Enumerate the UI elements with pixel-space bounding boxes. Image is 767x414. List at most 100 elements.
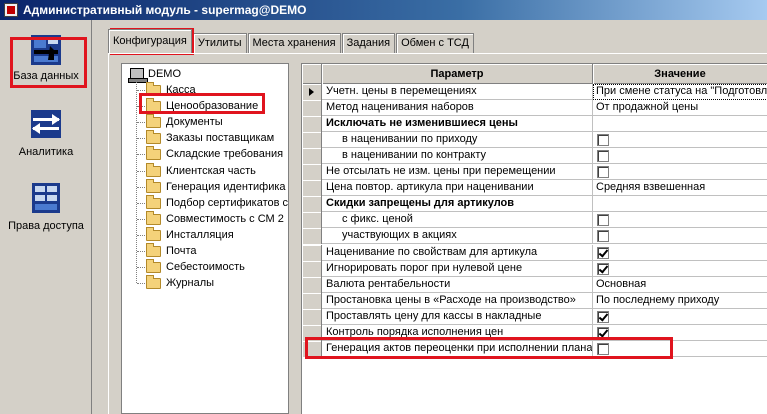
grid-row[interactable]: с фикс. ценой — [302, 212, 767, 229]
checkbox-checked[interactable] — [597, 246, 609, 259]
grid-value-cell[interactable] — [593, 132, 767, 148]
grid-value-cell[interactable] — [593, 325, 767, 341]
grid-row[interactable]: Учетн. цены в перемещениях При смене стат… — [302, 84, 767, 100]
row-indicator[interactable] — [302, 132, 322, 149]
tree-item[interactable]: Себестоимость — [146, 259, 245, 275]
checkbox-unchecked[interactable] — [597, 230, 609, 243]
row-indicator[interactable] — [302, 196, 322, 213]
grid-row[interactable]: Контроль порядка исполнения цен — [302, 324, 767, 341]
tree-item[interactable]: Совместимость с СМ 2 — [146, 210, 284, 227]
grid-row[interactable]: Простановка цены в «Расходе на производс… — [302, 292, 767, 309]
tree-item[interactable]: Генерация идентифика — [146, 178, 286, 195]
grid-header-parameter[interactable]: Параметр — [322, 64, 593, 84]
checkbox-unchecked[interactable] — [597, 214, 609, 227]
tab-storage-places[interactable]: Места хранения — [247, 33, 341, 53]
tab-utilities[interactable]: Утилиты — [192, 33, 247, 53]
grid-param-cell[interactable]: Цена повтор. артикула при наценивании — [322, 180, 593, 197]
grid-param-cell[interactable]: Метод наценивания наборов — [322, 100, 593, 117]
row-indicator[interactable] — [302, 276, 322, 293]
row-indicator[interactable] — [302, 116, 322, 133]
grid-row[interactable]: Метод наценивания наборов От продажной це… — [302, 100, 767, 117]
tab-tasks[interactable]: Задания — [341, 33, 396, 53]
grid-value-cell[interactable] — [593, 164, 767, 180]
row-indicator[interactable] — [302, 212, 322, 229]
grid-param-cell[interactable]: участвующих в акциях — [322, 228, 593, 245]
row-indicator[interactable] — [302, 292, 322, 309]
grid-row[interactable]: Валюта рентабельности Основная — [302, 276, 767, 293]
grid-value-cell[interactable] — [593, 245, 767, 261]
grid-row[interactable]: Генерация актов переоценки при исполнени… — [302, 340, 767, 357]
grid-row[interactable]: Цена повтор. артикула при наценивании Сре… — [302, 180, 767, 197]
row-indicator[interactable] — [302, 244, 322, 261]
grid-param-cell[interactable]: Простановка цены в «Расходе на производс… — [322, 292, 593, 309]
grid-param-cell[interactable]: Контроль порядка исполнения цен — [322, 324, 593, 341]
tab-configuration[interactable]: Конфигурация — [108, 29, 192, 53]
grid-value-cell[interactable]: От продажной цены — [593, 100, 767, 116]
checkbox-unchecked[interactable] — [597, 342, 609, 355]
grid-value-cell[interactable]: Основная — [593, 277, 767, 293]
checkbox-unchecked[interactable] — [597, 166, 609, 179]
grid-param-cell[interactable]: Генерация актов переоценки при исполнени… — [322, 340, 593, 357]
grid-param-cell[interactable]: в наценивании по приходу — [322, 132, 593, 149]
grid-param-cell[interactable]: Игнорировать порог при нулевой цене — [322, 260, 593, 277]
grid-value-cell[interactable] — [593, 341, 767, 357]
row-indicator[interactable] — [302, 324, 322, 341]
grid-value-cell[interactable] — [593, 148, 767, 164]
tree-item[interactable]: Складские требования — [146, 146, 283, 162]
grid-param-cell[interactable]: с фикс. ценой — [322, 212, 593, 229]
grid-param-cell[interactable]: Наценивание по свойствам для артикула — [322, 244, 593, 261]
grid-row[interactable]: Не отсылать не изм. цены при перемещении — [302, 164, 767, 181]
grid-row[interactable]: Игнорировать порог при нулевой цене — [302, 260, 767, 277]
row-indicator[interactable] — [302, 260, 322, 277]
checkbox-unchecked[interactable] — [597, 150, 609, 163]
window-title-bar[interactable]: Административный модуль - supermag@DEMO — [0, 0, 767, 20]
row-indicator[interactable] — [302, 164, 322, 181]
tree-item[interactable]: Почта — [146, 243, 197, 259]
grid-row[interactable]: Исключать не изменившиеся цены — [302, 116, 767, 133]
nav-item-database[interactable]: База данных — [0, 34, 92, 94]
grid-row[interactable]: Наценивание по свойствам для артикула — [302, 244, 767, 261]
grid-value-cell[interactable]: При смене статуса на "Подготовле — [593, 84, 767, 100]
tree-item[interactable]: Заказы поставщикам — [146, 130, 274, 146]
grid-value-cell[interactable] — [593, 212, 767, 228]
row-indicator[interactable] — [302, 180, 322, 197]
nav-item-analytics[interactable]: Аналитика — [0, 108, 92, 164]
grid-header-value[interactable]: Значение — [593, 64, 767, 84]
nav-item-access-rights[interactable]: Права доступа — [0, 182, 92, 252]
checkbox-checked[interactable] — [597, 310, 609, 323]
grid-param-cell[interactable]: Проставлять цену для кассы в накладные — [322, 308, 593, 325]
tree-item[interactable]: Документы — [146, 114, 223, 130]
grid-param-cell[interactable]: Не отсылать не изм. цены при перемещении — [322, 164, 593, 181]
grid-value-cell[interactable] — [593, 261, 767, 277]
tree-item[interactable]: Подбор сертификатов с — [146, 194, 288, 211]
row-indicator[interactable] — [302, 148, 322, 165]
grid-value-cell[interactable]: Средняя взвешенная — [593, 180, 767, 196]
grid-value-cell[interactable] — [593, 228, 767, 244]
row-indicator[interactable] — [302, 308, 322, 325]
tree-item[interactable]: Инсталляция — [146, 226, 234, 243]
checkbox-checked[interactable] — [597, 326, 609, 339]
checkbox-unchecked[interactable] — [597, 134, 609, 147]
settings-tree[interactable]: DEMO Касса Ценообразование Документы Заказы … — [121, 63, 289, 414]
grid-value-cell[interactable]: По последнему приходу — [593, 293, 767, 309]
grid-row[interactable]: Проставлять цену для кассы в накладные — [302, 308, 767, 325]
grid-value-cell[interactable] — [593, 309, 767, 325]
tree-item[interactable]: Журналы — [146, 275, 214, 291]
grid-row[interactable]: участвующих в акциях — [302, 228, 767, 245]
row-indicator[interactable] — [302, 84, 322, 100]
grid-row[interactable]: в наценивании по контракту — [302, 148, 767, 165]
tree-item[interactable]: Касса — [146, 82, 196, 98]
grid-row[interactable]: Скидки запрещены для артикулов — [302, 196, 767, 213]
grid-row[interactable]: в наценивании по приходу — [302, 132, 767, 149]
row-indicator[interactable] — [302, 100, 322, 117]
tree-item[interactable]: Клиентская часть — [146, 162, 256, 179]
grid-param-cell[interactable]: Учетн. цены в перемещениях — [322, 84, 593, 100]
tree-item[interactable]: Ценообразование — [146, 98, 258, 114]
grid-param-cell[interactable]: в наценивании по контракту — [322, 148, 593, 165]
row-indicator[interactable] — [302, 340, 322, 357]
checkbox-checked[interactable] — [597, 262, 609, 275]
row-indicator[interactable] — [302, 228, 322, 245]
grid-param-cell[interactable]: Валюта рентабельности — [322, 276, 593, 293]
tab-tsd-exchange[interactable]: Обмен с ТСД — [396, 33, 474, 53]
tree-branch-line — [137, 154, 145, 156]
